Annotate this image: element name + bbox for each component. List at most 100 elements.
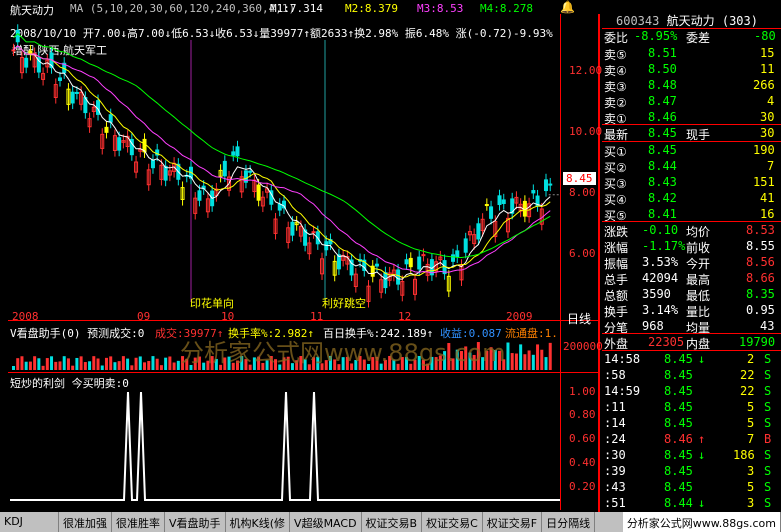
tick-side: B (764, 432, 772, 446)
tick-time: :14 (604, 416, 626, 430)
buy-label: 买④ (604, 193, 627, 207)
tick-price: 8.45 (664, 448, 693, 462)
candlestick-chart[interactable] (8, 20, 560, 320)
buy-label: 买② (604, 161, 627, 175)
tab-8[interactable]: 权证交易F (483, 512, 543, 532)
indicator-tab-bar: KDJ 很准加强 很准胜率 V看盘助手 机构K线(修 V超级MACD 权证交易B 权证交易C 权… (0, 512, 781, 532)
tab-4[interactable]: 机构K线(修 (226, 512, 291, 532)
tab-0[interactable]: KDJ (0, 512, 59, 532)
sell-row: 卖③ 8.48 266 (604, 78, 776, 94)
volume-bar (155, 358, 159, 370)
tick-time: :51 (604, 496, 626, 510)
stat-value: 8.66 (746, 271, 775, 285)
tab-6[interactable]: 权证交易B (362, 512, 423, 532)
ma-line (13, 32, 551, 258)
volume-bar (62, 356, 66, 370)
tab-3[interactable]: V看盘助手 (165, 512, 226, 532)
buy-volume: 190 (753, 143, 775, 157)
tick-time: :43 (604, 480, 626, 494)
tick-row: :58 8.45 22 S (604, 368, 776, 384)
tick-time: :30 (604, 448, 626, 462)
tab-2[interactable]: 很准胜率 (112, 512, 165, 532)
buy-price: 8.43 (648, 175, 677, 189)
ratio-label: 委比 (604, 31, 629, 45)
stat-value: -0.10 (642, 223, 679, 237)
candle-body (231, 151, 236, 156)
tick-row: :30 8.45 ↓ 186 S (604, 448, 776, 464)
volume-bar (75, 357, 79, 370)
volume-bar (544, 357, 548, 370)
bell-icon[interactable]: 🔔 (560, 0, 575, 14)
volume-bar (506, 342, 510, 370)
buy-row: 买② 8.44 7 (604, 159, 776, 175)
indicator2-axis-1: 1.00 (569, 385, 596, 398)
volume-bar (138, 356, 142, 370)
volume-bar (41, 365, 45, 370)
current-price-tag: 8.45 (563, 172, 596, 185)
annotation-stamp-tax: 印花单向 (190, 297, 234, 310)
tab-5[interactable]: V超级MACD (290, 512, 362, 532)
candle-body (74, 91, 79, 94)
sell-row: 卖⑤ 8.51 15 (604, 46, 776, 62)
sell-price: 8.50 (648, 62, 677, 76)
date-12: 12 (398, 310, 412, 323)
volume-bar (172, 362, 176, 370)
tick-volume: 22 (740, 368, 755, 382)
outer-inner-row: 外盘 22305 内盘 19790 (604, 335, 776, 351)
stat-label: 总额 (604, 289, 629, 303)
tick-volume: 7 (747, 432, 755, 446)
tick-arrow: ↓ (698, 352, 706, 366)
order-ratio-row: 委比 -8.95% 委差 -80 (604, 29, 776, 45)
tick-time: 14:59 (604, 384, 641, 398)
volume-bar (531, 354, 535, 370)
signal-line (10, 391, 560, 501)
stat-label: 量比 (686, 305, 711, 319)
volume-bar (519, 344, 523, 370)
watermark: 分析家公式网www.88gs.com (180, 339, 506, 367)
volume-bar (50, 356, 54, 370)
buy-volume: 151 (753, 175, 775, 189)
annotation-good-news-gap: 利好跳空 (322, 297, 366, 310)
tick-time: :11 (604, 400, 626, 414)
stat-value: 8.55 (746, 239, 775, 253)
stat-value: 43 (760, 319, 775, 333)
tab-7[interactable]: 权证交易C (422, 512, 483, 532)
volume-bar (28, 361, 32, 370)
volume-bar (104, 357, 108, 370)
indicator2-axis-06: 0.60 (569, 432, 596, 445)
ratio-value: -8.95% (634, 29, 678, 43)
tab-1[interactable]: 很准加强 (59, 512, 112, 532)
tick-price: 8.45 (664, 416, 693, 430)
candle-body (117, 137, 122, 151)
hand-value: 30 (760, 126, 775, 140)
volume-bar (147, 360, 151, 370)
volume-bar (134, 357, 138, 370)
tab-9[interactable]: 日分隔线 (542, 512, 596, 532)
candle-body (497, 195, 502, 206)
date-2009: 2009 (506, 310, 533, 323)
stat-value: 8.53 (746, 223, 775, 237)
candle-body (311, 231, 316, 234)
quote-separator (602, 141, 781, 142)
buy-row: 买① 8.45 190 (604, 143, 776, 159)
ma-params: MA (5,10,20,30,60,120,240,360,4,1) (70, 2, 296, 15)
tab-10[interactable]: 分析家公式网www.88gs.com (622, 512, 781, 532)
tick-row: :43 8.45 5 S (604, 480, 776, 496)
volume-bar (96, 358, 100, 370)
candle-body (408, 257, 413, 268)
volume-bar (33, 356, 37, 370)
header-bar: 航天动力 MA (5,10,20,30,60,120,240,360,4,1) … (0, 0, 600, 17)
volume-bar (126, 358, 130, 370)
candle-body (417, 256, 422, 270)
candle-body (197, 190, 202, 201)
tick-price: 8.46 (664, 432, 693, 446)
volume-bar (164, 357, 168, 370)
volume-bar (100, 365, 104, 370)
stat-row: 换手 3.14% 量比 0.95 (604, 303, 776, 319)
tick-volume: 2 (747, 352, 755, 366)
candle-body (544, 179, 549, 192)
candle-body (104, 126, 109, 133)
ma-line (13, 45, 551, 279)
period-label[interactable]: 日线 (567, 310, 591, 327)
tick-volume: 186 (733, 448, 755, 462)
